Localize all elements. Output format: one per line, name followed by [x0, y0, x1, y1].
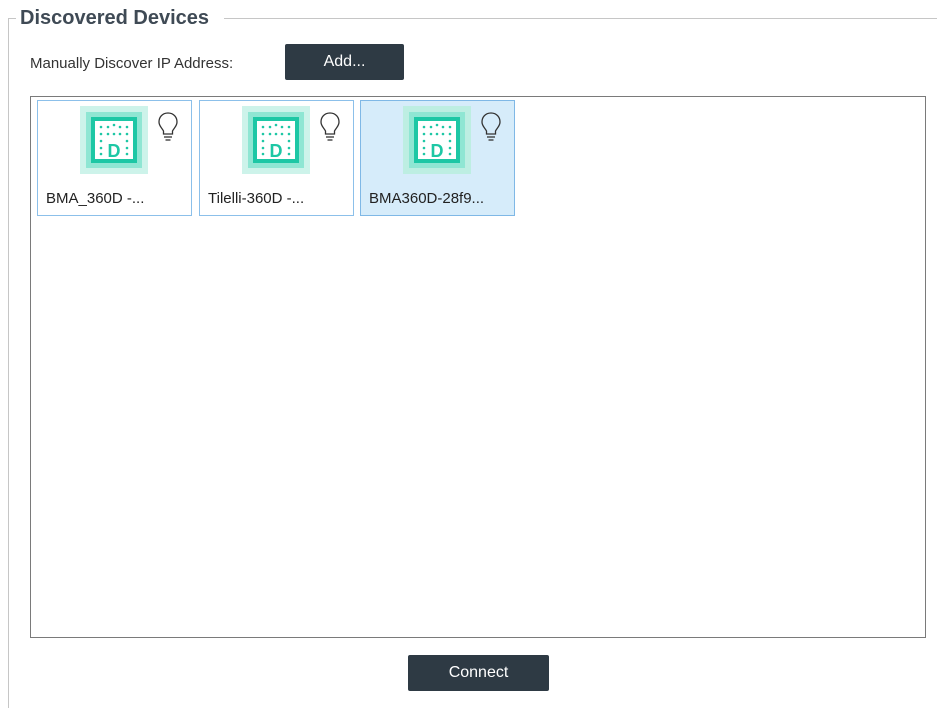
device-tile-selected[interactable]: D BMA360D-28f9... — [360, 100, 515, 216]
device-label: Tilelli-360D -... — [208, 190, 305, 207]
svg-text:D: D — [431, 141, 444, 161]
discovered-devices-panel: Discovered Devices Manually Discover IP … — [0, 0, 937, 708]
lightbulb-icon[interactable] — [479, 111, 503, 143]
group-frame-left — [8, 18, 9, 708]
svg-text:D: D — [108, 141, 121, 161]
add-button[interactable]: Add... — [285, 44, 404, 80]
lightbulb-icon[interactable] — [156, 111, 180, 143]
device-icon: D — [403, 106, 471, 174]
group-frame-top-left — [8, 18, 16, 19]
device-list[interactable]: D BMA_360D -... D Tilelli-360D -... D BM… — [30, 96, 926, 638]
device-tile[interactable]: D Tilelli-360D -... — [199, 100, 354, 216]
lightbulb-icon[interactable] — [318, 111, 342, 143]
device-icon: D — [80, 106, 148, 174]
svg-text:D: D — [270, 141, 283, 161]
device-label: BMA_360D -... — [46, 190, 145, 207]
device-tile[interactable]: D BMA_360D -... — [37, 100, 192, 216]
group-frame-top-right — [224, 18, 937, 19]
group-title: Discovered Devices — [20, 7, 210, 29]
device-label: BMA360D-28f9... — [369, 190, 485, 207]
connect-button[interactable]: Connect — [408, 655, 549, 691]
device-icon: D — [242, 106, 310, 174]
manual-discover-label: Manually Discover IP Address: — [30, 55, 234, 72]
